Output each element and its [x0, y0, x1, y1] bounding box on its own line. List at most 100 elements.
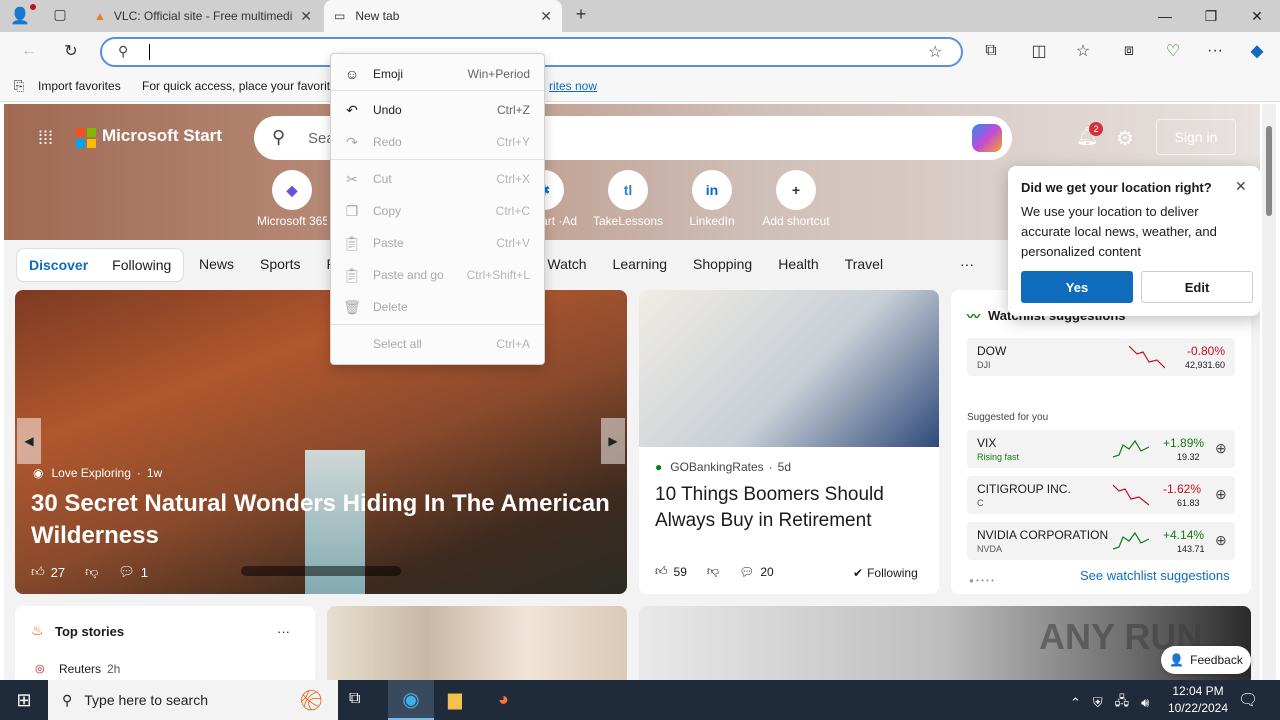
- watchlist-row[interactable]: CITIGROUP INC. C -1.62% 61.83 ⊕: [967, 476, 1235, 514]
- chevron-up-icon[interactable]: ⌃: [1070, 695, 1081, 711]
- top-stories-more-button[interactable]: ···: [277, 624, 290, 639]
- nav-item[interactable]: Health: [778, 256, 818, 272]
- minimize-button[interactable]: —: [1142, 0, 1188, 32]
- nav-more-button[interactable]: ···: [960, 256, 974, 272]
- import-favorites-button[interactable]: Import favorites: [38, 79, 121, 93]
- security-icon[interactable]: ⛨: [1093, 695, 1103, 711]
- extensions-icon[interactable]: ⧉: [976, 36, 1006, 66]
- taskbar-search[interactable]: ⚲ Type here to search 🏀︎: [48, 680, 338, 720]
- tab-actions-icon[interactable]: ▢: [50, 6, 70, 26]
- sign-in-button[interactable]: Sign in: [1156, 119, 1236, 155]
- settings-gear-icon[interactable]: ⚙: [1116, 126, 1134, 151]
- menu-item-paste[interactable]: 📋︎ Paste Ctrl+V: [331, 229, 544, 257]
- quick-link[interactable]: ◆ Microsoft 365: [257, 170, 327, 228]
- start-button[interactable]: ⊞: [0, 680, 48, 720]
- profile-icon[interactable]: 👤: [10, 6, 32, 26]
- scrollbar-thumb[interactable]: [1266, 126, 1272, 216]
- add-to-watchlist-icon[interactable]: ⊕: [1215, 486, 1227, 503]
- notifications-icon[interactable]: 🗨︎: [1238, 690, 1258, 710]
- add-to-watchlist-icon[interactable]: ⊕: [1215, 440, 1227, 457]
- carousel-prev-button[interactable]: ◀: [17, 418, 41, 464]
- watchlist-row[interactable]: VIX Rising fast +1.89% 19.32 ⊕: [967, 430, 1235, 468]
- close-icon[interactable]: ✕: [1235, 178, 1247, 195]
- like-icon[interactable]: 👍︎: [31, 564, 45, 580]
- close-window-button[interactable]: ✕: [1234, 0, 1280, 32]
- page-scrollbar[interactable]: [1262, 104, 1276, 680]
- dislike-icon[interactable]: 👎︎: [707, 564, 719, 579]
- new-tab-page: ⁞⁞⁞ Microsoft Start ⚲ Sea 🔔︎ 2 ⚙ Sign in…: [4, 104, 1260, 680]
- edge-taskbar-icon[interactable]: ◉: [388, 680, 434, 720]
- watchlist-dots[interactable]: ● • • • •: [969, 576, 994, 585]
- menu-item-delete[interactable]: 🗑︎ Delete: [331, 293, 544, 321]
- story-card-boomers[interactable]: ● GOBankingRates · 5d 10 Things Boomers …: [639, 290, 939, 594]
- menu-item-paste-and-go[interactable]: 📋︎ Paste and go Ctrl+Shift+L: [331, 261, 544, 289]
- menu-item-emoji[interactable]: ☺ Emoji Win+Period: [331, 60, 544, 88]
- watchlist-row-dow[interactable]: DOW DJI -0.80% 42,931.60: [967, 338, 1235, 376]
- quick-link[interactable]: + Add shortcut: [761, 170, 831, 228]
- story-title[interactable]: 10 Things Boomers Should Always Buy in R…: [655, 482, 925, 534]
- tab-vlc[interactable]: ▲ VLC: Official site - Free multimedi ✕: [84, 0, 322, 32]
- source-name: GOBankingRates: [670, 460, 764, 474]
- story-card-wide[interactable]: ANY RUN: [639, 606, 1251, 680]
- following-tab[interactable]: Following: [112, 257, 171, 273]
- brand-title: Microsoft Start: [102, 126, 222, 145]
- star-icon[interactable]: ☆: [928, 42, 942, 62]
- menu-item-redo[interactable]: ↷ Redo Ctrl+Y: [331, 128, 544, 156]
- add-to-watchlist-icon[interactable]: ⊕: [1215, 532, 1227, 549]
- discover-tab[interactable]: Discover: [29, 257, 88, 273]
- collections-icon[interactable]: ⧈: [1114, 36, 1144, 66]
- nav-item[interactable]: Sports: [260, 256, 300, 272]
- browser-essentials-icon[interactable]: ♡: [1158, 36, 1188, 66]
- tab-new-tab[interactable]: ▭ New tab ✕: [324, 0, 562, 32]
- dislike-icon[interactable]: 👎︎: [85, 564, 98, 580]
- edit-button[interactable]: Edit: [1141, 271, 1253, 303]
- more-menu-icon[interactable]: ···: [1200, 36, 1230, 66]
- following-indicator[interactable]: ✔ Following: [853, 566, 918, 580]
- apps-grid-icon[interactable]: ⁞⁞⁞: [38, 128, 53, 149]
- nav-item[interactable]: Learning: [613, 256, 668, 272]
- refresh-button[interactable]: ↻: [56, 36, 86, 66]
- back-button[interactable]: ←: [14, 36, 44, 66]
- watchlist-row[interactable]: NVIDIA CORPORATION NVDA +4.14% 143.71 ⊕: [967, 522, 1235, 560]
- firefox-icon[interactable]: ◕: [498, 689, 509, 710]
- story-card-image[interactable]: [327, 606, 627, 680]
- task-view-icon[interactable]: ⧉: [349, 690, 360, 708]
- feedback-button[interactable]: 👤 Feedback: [1161, 646, 1251, 674]
- nav-item[interactable]: Watch: [547, 256, 586, 272]
- menu-item-label: Redo: [373, 135, 402, 149]
- menu-item-select-all[interactable]: Select all Ctrl+A: [331, 330, 544, 358]
- comment-icon[interactable]: 💬︎: [739, 565, 754, 579]
- manage-favorites-link[interactable]: rites now: [549, 79, 597, 93]
- nav-item[interactable]: Shopping: [693, 256, 752, 272]
- copilot-icon[interactable]: [972, 124, 1002, 152]
- close-tab-icon[interactable]: ✕: [300, 8, 312, 25]
- split-screen-icon[interactable]: ◫: [1024, 36, 1054, 66]
- like-icon[interactable]: 👍︎: [655, 564, 668, 579]
- quick-link[interactable]: in LinkedIn: [677, 170, 747, 228]
- new-tab-button[interactable]: +: [570, 4, 592, 28]
- carousel-dots[interactable]: [241, 566, 401, 576]
- hero-story-title[interactable]: 30 Secret Natural Wonders Hiding In The …: [31, 488, 611, 552]
- nav-item[interactable]: News: [199, 256, 234, 272]
- comment-icon[interactable]: 💬︎: [118, 564, 135, 580]
- clock-date: 10/22/2024: [1167, 701, 1229, 715]
- clock[interactable]: 12:04 PM 10/22/2024: [1164, 684, 1232, 715]
- volume-icon[interactable]: 🔊︎: [1141, 695, 1149, 711]
- network-icon[interactable]: 🖧︎: [1115, 692, 1130, 714]
- favorites-icon[interactable]: ☆: [1068, 36, 1098, 66]
- menu-item-undo[interactable]: ↶ Undo Ctrl+Z: [331, 96, 544, 124]
- sparkline: [1113, 439, 1149, 458]
- file-explorer-icon[interactable]: ▆: [448, 689, 462, 710]
- restore-button[interactable]: ❐: [1188, 0, 1234, 32]
- menu-item-label: Paste: [373, 236, 404, 250]
- carousel-next-button[interactable]: ▶: [601, 418, 625, 464]
- yes-button[interactable]: Yes: [1021, 271, 1133, 303]
- menu-item-cut[interactable]: ✂ Cut Ctrl+X: [331, 165, 544, 193]
- see-watchlist-link[interactable]: See watchlist suggestions: [1080, 568, 1230, 583]
- nav-item[interactable]: Travel: [845, 256, 883, 272]
- close-tab-icon[interactable]: ✕: [540, 8, 552, 25]
- menu-item-copy[interactable]: ❐ Copy Ctrl+C: [331, 197, 544, 225]
- quick-link[interactable]: tl TakeLessons: [593, 170, 663, 228]
- comment-count: 1: [140, 564, 149, 580]
- copilot-icon[interactable]: ◆: [1242, 36, 1272, 66]
